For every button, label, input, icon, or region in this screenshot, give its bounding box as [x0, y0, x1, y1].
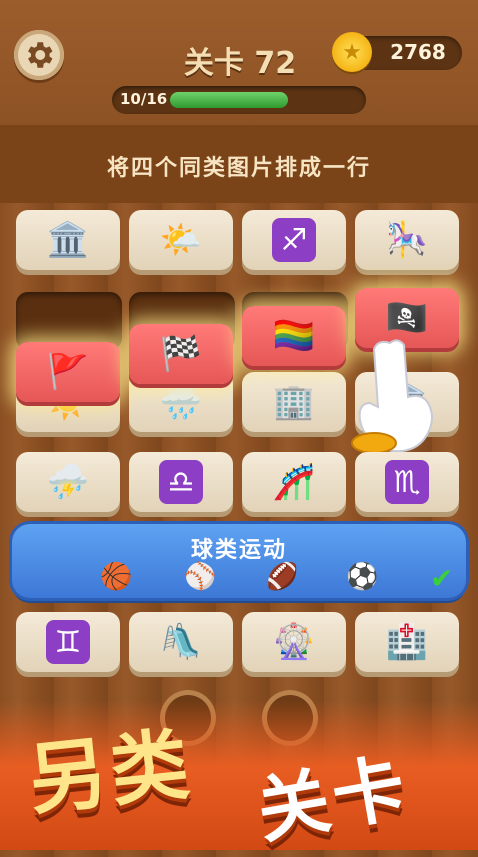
pointing-hand-icon — [351, 339, 433, 454]
tile-sun-cloud[interactable]: 🌤️ — [129, 210, 233, 270]
instruction-text: 将四个同类图片排成一行 — [106, 156, 371, 181]
settings-button[interactable] — [14, 30, 64, 80]
carousel-horse-icon: 🎠 — [385, 220, 429, 260]
tile-ferris-wheel[interactable]: 🎡 — [242, 612, 346, 672]
gemini-icon: ♊ — [46, 620, 90, 664]
office-building-icon: 🏢 — [272, 382, 316, 422]
football-icon: 🏈 — [266, 562, 299, 592]
solved-group-title: 球类运动 — [190, 538, 287, 563]
tile-sagittarius[interactable]: ♐ — [242, 210, 346, 270]
progress-text: 10/16 — [120, 90, 168, 108]
rainbow-flag-icon: 🏳️‍🌈 — [272, 316, 316, 356]
red-flag-icon: 🚩 — [46, 352, 90, 392]
ferris-wheel-icon: 🎡 — [272, 622, 316, 662]
tile-gemini[interactable]: ♊ — [16, 612, 120, 672]
checkered-flag-icon: 🏁 — [159, 334, 203, 374]
tile-carousel[interactable]: 🎠 — [355, 210, 459, 270]
coin-value: 2768 — [390, 40, 446, 64]
gear-icon — [28, 42, 53, 68]
star-coin-icon: ★ — [332, 32, 372, 72]
rain-cloud-icon: 🌧️ — [159, 382, 203, 422]
tile-thunderstorm[interactable]: ⛈️ — [16, 452, 120, 512]
coin-counter: ★ 2768 — [332, 32, 462, 72]
baseball-icon: ⚾ — [184, 562, 217, 592]
level-title: 关卡 72 — [183, 46, 297, 81]
tile-office[interactable]: 🏢 — [242, 372, 346, 432]
soccer-ball-icon: ⚽ — [346, 562, 379, 592]
libra-icon: ♎ — [159, 460, 203, 504]
tile-museum[interactable]: 🏛️ — [16, 210, 120, 270]
basketball-icon: 🏀 — [100, 562, 133, 592]
sagittarius-icon: ♐ — [272, 218, 316, 262]
playground-slide-icon: 🛝 — [159, 622, 203, 662]
tile-slide[interactable]: 🛝 — [129, 612, 233, 672]
pirate-flag-icon: 🏴‍☠️ — [385, 298, 429, 338]
tile-checkered-flag[interactable]: 🏁 — [129, 324, 233, 384]
promo-text-line1: 另类 — [24, 719, 198, 827]
hospital-icon: 🏥 — [385, 622, 429, 662]
tile-red-flag[interactable]: 🚩 — [16, 342, 120, 402]
scorpio-icon: ♏ — [385, 460, 429, 504]
tile-libra[interactable]: ♎ — [129, 452, 233, 512]
tile-roller-coaster[interactable]: 🎢 — [242, 452, 346, 512]
progress-bar: 10/16 — [112, 86, 366, 114]
roller-coaster-icon: 🎢 — [272, 462, 316, 502]
tile-scorpio[interactable]: ♏ — [355, 452, 459, 512]
museum-icon: 🏛️ — [46, 220, 90, 260]
tile-rainbow-flag[interactable]: 🏳️‍🌈 — [242, 306, 346, 366]
sun-cloud-icon: 🌤️ — [159, 220, 203, 260]
solved-group-banner: 球类运动 🏀 ⚾ 🏈 ⚽ ✔ — [12, 524, 466, 598]
check-icon: ✔ — [430, 562, 454, 595]
thunderstorm-icon: ⛈️ — [46, 462, 90, 502]
tile-hospital[interactable]: 🏥 — [355, 612, 459, 672]
progress-fill — [170, 92, 288, 108]
